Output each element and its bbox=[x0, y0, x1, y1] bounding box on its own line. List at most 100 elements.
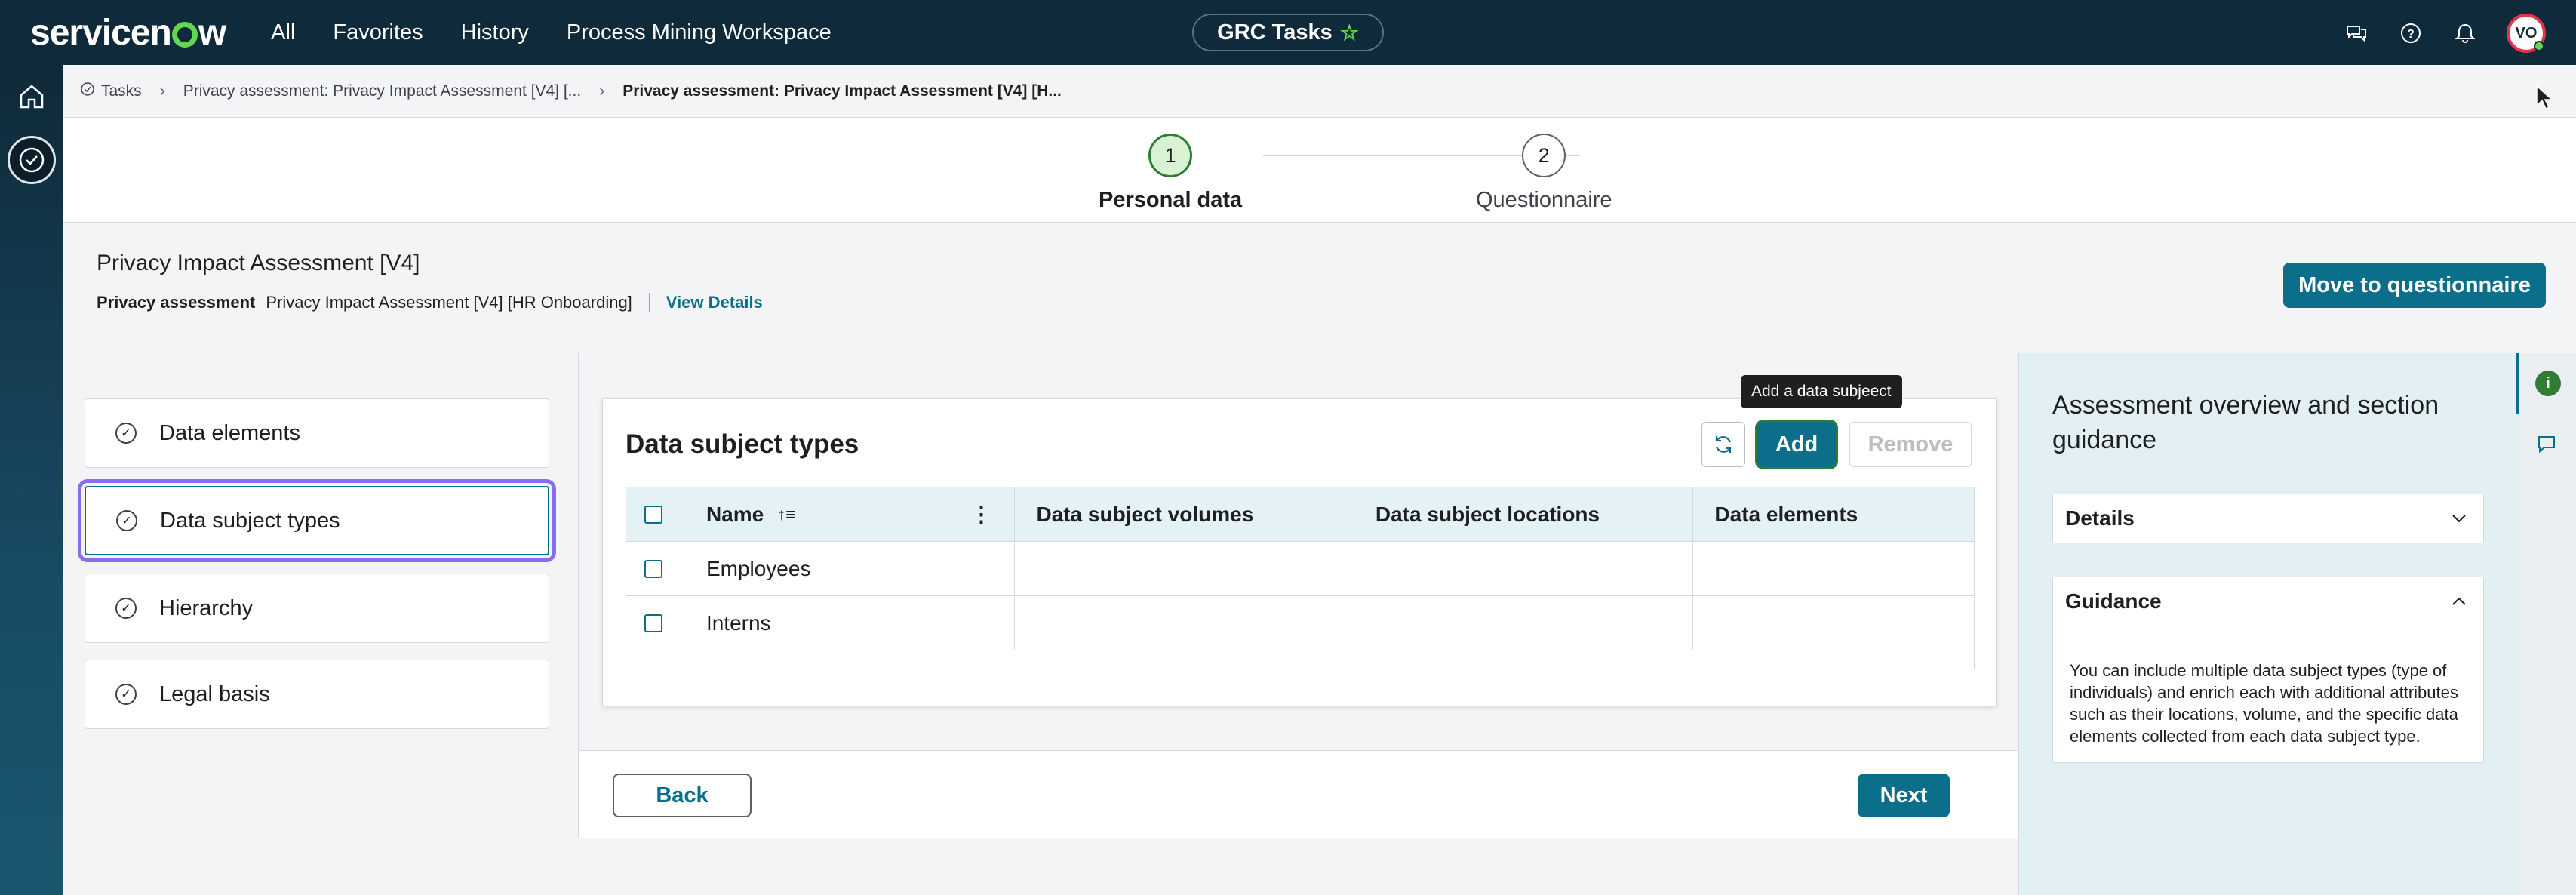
column-header-locations[interactable]: Data subject locations bbox=[1354, 487, 1694, 541]
move-to-questionnaire-button[interactable]: Move to questionnaire bbox=[2283, 263, 2546, 308]
meta-divider bbox=[648, 293, 650, 312]
section-label: Hierarchy bbox=[159, 595, 254, 620]
row-volumes bbox=[1015, 542, 1354, 595]
notifications-bell-icon[interactable] bbox=[2446, 14, 2484, 52]
comment-icon bbox=[2538, 436, 2555, 454]
step-number: 1 bbox=[1148, 134, 1193, 177]
guidance-panel: Assessment overview and section guidance… bbox=[2018, 353, 2516, 895]
nav-process-mining-workspace[interactable]: Process Mining Workspace bbox=[567, 20, 832, 45]
chat-icon[interactable] bbox=[2338, 14, 2375, 52]
home-icon[interactable] bbox=[0, 65, 63, 128]
assessment-stepper: 1 Personal data 2 Questionnaire bbox=[63, 118, 2576, 223]
view-details-link[interactable]: View Details bbox=[666, 293, 763, 312]
next-button[interactable]: Next bbox=[1858, 774, 1950, 817]
add-tooltip: Add a data subjeect bbox=[1741, 375, 1902, 408]
help-icon[interactable]: ? bbox=[2392, 14, 2430, 52]
step-personal-data[interactable]: 1 Personal data bbox=[1099, 134, 1242, 213]
row-name[interactable]: Interns bbox=[684, 596, 1016, 650]
breadcrumb: Tasks › Privacy assessment: Privacy Impa… bbox=[63, 65, 2576, 118]
avatar-initials: VO bbox=[2515, 24, 2538, 42]
table-row[interactable]: Interns bbox=[626, 596, 1974, 650]
refresh-icon bbox=[1715, 436, 1732, 453]
chevron-down-icon bbox=[2452, 515, 2466, 523]
select-all-cell bbox=[626, 487, 684, 541]
details-accordion[interactable]: Details bbox=[2052, 494, 2484, 543]
logo-text-post: w bbox=[198, 12, 226, 53]
chevron-right-icon: › bbox=[599, 82, 605, 100]
info-tab[interactable]: i bbox=[2516, 353, 2576, 414]
details-accordion-header[interactable]: Details bbox=[2053, 494, 2483, 543]
section-label: Data subject types bbox=[160, 508, 340, 533]
breadcrumb-tasks[interactable]: Tasks bbox=[101, 82, 142, 100]
meta-value: Privacy Impact Assessment [V4] [HR Onboa… bbox=[266, 293, 632, 312]
svg-text:?: ? bbox=[2407, 28, 2415, 41]
nav-favorites[interactable]: Favorites bbox=[333, 20, 423, 45]
servicenow-logo[interactable]: servicen w bbox=[30, 12, 226, 54]
column-menu-icon[interactable]: ⋮ bbox=[970, 502, 991, 527]
assessment-header: Privacy Impact Assessment [V4] Privacy a… bbox=[63, 223, 2576, 353]
section-data-elements[interactable]: ✓ Data elements bbox=[85, 398, 549, 468]
accordion-label: Guidance bbox=[2065, 589, 2162, 613]
check-circle-icon bbox=[8, 136, 56, 184]
breadcrumb-privacy-assessment-parent[interactable]: Privacy assessment: Privacy Impact Asses… bbox=[183, 82, 582, 100]
row-checkbox[interactable] bbox=[644, 614, 662, 632]
row-name[interactable]: Employees bbox=[684, 542, 1016, 595]
assessment-meta: Privacy assessment Privacy Impact Assess… bbox=[97, 293, 763, 312]
data-subject-types-card: Data subject types Add a data subjeect A… bbox=[602, 375, 1997, 706]
select-all-checkbox[interactable] bbox=[644, 505, 662, 524]
comments-tab[interactable] bbox=[2516, 414, 2576, 474]
step-label: Personal data bbox=[1099, 188, 1243, 212]
row-checkbox-cell bbox=[626, 596, 684, 650]
row-data-elements bbox=[1693, 596, 1974, 650]
grc-tasks-pill[interactable]: GRC Tasks ☆ bbox=[1192, 14, 1384, 51]
presence-dot bbox=[2534, 41, 2544, 51]
chevron-right-icon: › bbox=[159, 82, 165, 100]
row-checkbox[interactable] bbox=[644, 559, 662, 578]
top-right-icons: ? VO bbox=[2321, 14, 2546, 53]
meta-key: Privacy assessment bbox=[97, 293, 256, 312]
column-header-name[interactable]: Name ↑≡ ⋮ bbox=[684, 487, 1016, 541]
back-button[interactable]: Back bbox=[613, 774, 752, 817]
column-header-data-elements[interactable]: Data elements bbox=[1693, 487, 1974, 541]
step-number: 2 bbox=[1522, 134, 1566, 177]
step-questionnaire[interactable]: 2 Questionnaire bbox=[1476, 134, 1612, 213]
user-avatar[interactable]: VO bbox=[2507, 14, 2546, 53]
section-hierarchy[interactable]: ✓ Hierarchy bbox=[85, 574, 549, 643]
data-subject-table: Name ↑≡ ⋮ Data subject volumes Data subj… bbox=[626, 487, 1975, 669]
table-row[interactable]: Employees bbox=[626, 542, 1974, 596]
breadcrumb-current: Privacy assessment: Privacy Impact Asses… bbox=[622, 82, 1062, 100]
nav-all[interactable]: All bbox=[271, 20, 295, 45]
star-icon[interactable]: ☆ bbox=[1340, 20, 1359, 45]
section-data-subject-types[interactable]: ✓ Data subject types bbox=[78, 479, 556, 562]
bottom-background bbox=[63, 838, 2018, 895]
guidance-accordion[interactable]: Guidance You can include multiple data s… bbox=[2052, 577, 2484, 763]
right-side-rail: i bbox=[2516, 353, 2576, 895]
guidance-accordion-header[interactable]: Guidance bbox=[2053, 577, 2483, 626]
refresh-button[interactable] bbox=[1701, 422, 1745, 467]
table-footer-spacer bbox=[626, 650, 1974, 669]
main-nav: All Favorites History Process Mining Wor… bbox=[271, 20, 869, 45]
chevron-up-icon bbox=[2452, 597, 2466, 605]
section-label: Legal basis bbox=[159, 681, 270, 706]
row-checkbox-cell bbox=[626, 542, 684, 595]
sort-ascending-icon[interactable]: ↑≡ bbox=[777, 505, 795, 524]
tasks-rail-item[interactable] bbox=[0, 128, 63, 192]
step-label: Questionnaire bbox=[1476, 188, 1612, 212]
check-circle-icon: ✓ bbox=[115, 423, 137, 444]
section-legal-basis[interactable]: ✓ Legal basis bbox=[85, 660, 549, 729]
add-button[interactable]: Add bbox=[1757, 422, 1836, 467]
nav-history[interactable]: History bbox=[461, 20, 529, 45]
top-navigation-bar: servicen w All Favorites History Process … bbox=[0, 0, 2576, 65]
remove-button[interactable]: Remove bbox=[1849, 422, 1972, 467]
info-icon: i bbox=[2535, 371, 2561, 396]
section-list: ✓ Data elements ✓ Data subject types ✓ H… bbox=[63, 353, 579, 838]
check-circle-icon: ✓ bbox=[115, 684, 137, 705]
row-locations bbox=[1354, 596, 1694, 650]
assessment-title: Privacy Impact Assessment [V4] bbox=[97, 251, 420, 275]
logo-text-pre: servicen bbox=[30, 12, 172, 53]
check-circle-icon: ✓ bbox=[115, 598, 137, 619]
guidance-text: You can include multiple data subject ty… bbox=[2053, 644, 2483, 762]
step-footer: Back Next bbox=[579, 750, 2018, 838]
row-locations bbox=[1354, 542, 1694, 595]
column-header-volumes[interactable]: Data subject volumes bbox=[1015, 487, 1354, 541]
